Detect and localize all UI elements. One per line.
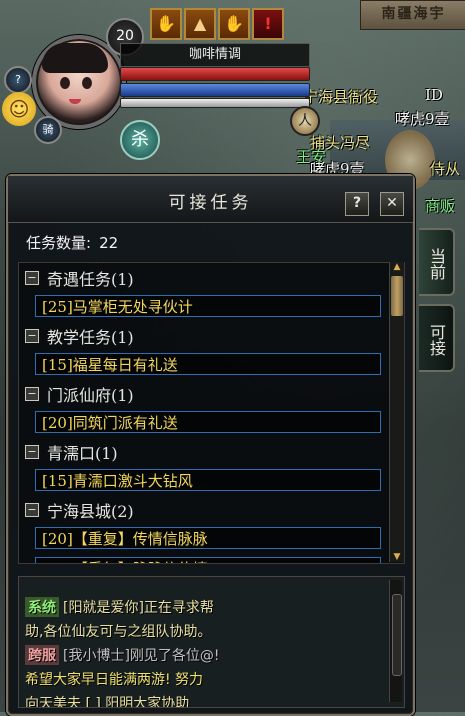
- portrait-eye-right: [82, 77, 92, 89]
- chat-message-text: 希望大家早日能满两游! 努力: [25, 672, 204, 688]
- quest-group-header[interactable]: − 门派仙府(1): [25, 383, 134, 405]
- chat-message-text: [我小博士]刚见了各位@!: [63, 648, 220, 664]
- quest-group-label: 门派仙府(1): [47, 386, 134, 405]
- collapse-icon[interactable]: −: [25, 387, 39, 401]
- chat-message-text: [阳就是爱你]正在寻求帮: [63, 600, 214, 616]
- trade-icon[interactable]: ✋: [150, 8, 182, 40]
- quest-group-header[interactable]: − 奇遇任务(1): [25, 267, 134, 289]
- available-quests-panel: 可接任务 ? ✕ 任务数量: 22 − 奇遇任务(1) [25]马掌柜无处寻伙计 − 教学…: [6, 174, 415, 716]
- chat-line: 系统 [阳就是爱你]正在寻求帮: [25, 597, 214, 617]
- quest-item[interactable]: [20]同筑门派有礼送: [35, 411, 381, 433]
- quest-item[interactable]: [15]福星每日有礼送: [35, 353, 381, 375]
- chat-line: 助,各位仙友可与之组队协助。: [25, 621, 211, 641]
- scroll-up-arrow-icon[interactable]: ▲: [390, 262, 404, 272]
- scroll-thumb[interactable]: [391, 276, 403, 316]
- close-button[interactable]: ✕: [380, 192, 404, 216]
- portrait-eye-left: [60, 77, 70, 89]
- quest-item[interactable]: [20]【重复】脉脉信传情: [35, 557, 381, 563]
- quest-group-label: 青濡口(1): [47, 444, 118, 463]
- chat-message-text: 助,各位仙友可与之组队协助。: [25, 624, 212, 640]
- npc-name-label[interactable]: 宁海县衙役: [303, 86, 378, 107]
- collapse-icon[interactable]: −: [25, 329, 39, 343]
- chat-message-text: 向天美夫 [ ] 阳明大家协助: [25, 696, 190, 708]
- chat-line: 跨服 [我小博士]刚见了各位@!: [25, 645, 220, 665]
- target-icon[interactable]: 人: [290, 106, 320, 136]
- mount-icon[interactable]: 骑: [34, 116, 62, 144]
- emote-icon[interactable]: ☺: [2, 92, 36, 126]
- quest-count: 任务数量: 22: [26, 232, 118, 253]
- alert-icon[interactable]: !: [252, 8, 284, 40]
- panel-title-bar[interactable]: 可接任务 ? ✕: [8, 176, 413, 223]
- quest-group-label: 奇遇任务(1): [47, 270, 134, 289]
- chat-channel-tag[interactable]: 系统: [25, 597, 59, 617]
- chat-line: 向天美夫 [ ] 阳明大家协助: [25, 693, 190, 708]
- collapse-icon[interactable]: −: [25, 271, 39, 285]
- npc-name-label[interactable]: 侍从: [430, 158, 460, 179]
- collapse-icon[interactable]: −: [25, 445, 39, 459]
- quest-group-label: 教学任务(1): [47, 328, 134, 347]
- quest-item[interactable]: [25]马掌柜无处寻伙计: [35, 295, 381, 317]
- chat-channel-tag[interactable]: 跨服: [25, 645, 59, 665]
- chat-scrollbar[interactable]: [389, 580, 402, 702]
- buff-bar: ✋ ▲ ✋!: [150, 8, 284, 40]
- quest-count-value: 22: [99, 234, 119, 252]
- npc-name-label[interactable]: ID: [425, 86, 443, 104]
- chat-scroll-thumb[interactable]: [392, 594, 402, 676]
- chat-log: 系统 [阳就是爱你]正在寻求帮助,各位仙友可与之组队协助。跨服 [我小博士]刚见了各…: [18, 576, 405, 708]
- side-tab-current[interactable]: 当前: [419, 228, 455, 296]
- quest-item[interactable]: [15]青濡口激斗大钻风: [35, 469, 381, 491]
- shop-sign: 南疆海宇: [360, 0, 465, 30]
- chat-line: 希望大家早日能满两游! 努力: [25, 669, 203, 689]
- handshake-icon[interactable]: ✋: [218, 8, 250, 40]
- portrait-hair: [42, 43, 108, 73]
- quest-group-header[interactable]: − 宁海县城(2): [25, 499, 134, 521]
- gold-icon[interactable]: ▲: [184, 8, 216, 40]
- portrait-mouth: [69, 99, 81, 104]
- npc-name-label[interactable]: 商贩: [425, 195, 455, 216]
- help-button[interactable]: ?: [345, 192, 369, 216]
- player-name: 咖啡情调: [120, 43, 310, 67]
- mp-bar: [120, 83, 310, 97]
- npc-name-label[interactable]: 哮虎9壹: [395, 108, 450, 129]
- quest-group-header[interactable]: − 青濡口(1): [25, 441, 118, 463]
- quest-item[interactable]: [20]【重复】传情信脉脉: [35, 527, 381, 549]
- quest-list-scrollbar[interactable]: ▲ ▼: [389, 262, 404, 562]
- xp-bar: [120, 98, 310, 108]
- pk-mode-button[interactable]: 杀: [120, 120, 160, 160]
- collapse-icon[interactable]: −: [25, 503, 39, 517]
- quest-list: − 奇遇任务(1) [25]马掌柜无处寻伙计 − 教学任务(1) [15]福星每日有礼送 −…: [18, 262, 405, 564]
- scroll-down-arrow-icon[interactable]: ▼: [390, 552, 404, 562]
- quest-group-header[interactable]: − 教学任务(1): [25, 325, 134, 347]
- hp-bar: [120, 67, 310, 81]
- quest-count-label: 任务数量:: [26, 234, 92, 252]
- quest-group-label: 宁海县城(2): [47, 502, 134, 521]
- side-tab-available[interactable]: 可接: [419, 304, 455, 372]
- help-icon[interactable]: ?: [4, 66, 32, 94]
